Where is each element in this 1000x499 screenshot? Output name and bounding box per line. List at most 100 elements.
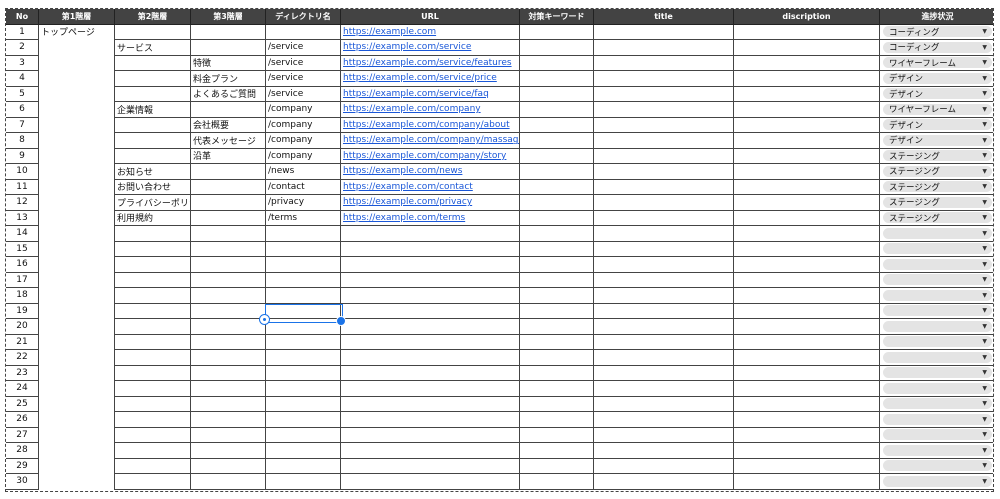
cell-level3[interactable] [190, 302, 266, 319]
cell-level2[interactable] [114, 225, 191, 242]
cell-description[interactable] [733, 411, 880, 428]
cell-level1[interactable] [38, 349, 115, 365]
cell-description[interactable] [733, 333, 880, 350]
cell-keyword[interactable] [519, 318, 594, 335]
cell-directory[interactable]: /service [265, 54, 341, 71]
cell-status[interactable]: デザイン ▼ [879, 70, 993, 87]
cell-directory[interactable]: /company [265, 101, 341, 118]
cell-status[interactable]: ワイヤーフレーム ▼ [879, 54, 993, 71]
cell-status[interactable]: ステージング ▼ [879, 194, 993, 211]
row-number[interactable]: 16 [6, 256, 39, 273]
cell-level1[interactable] [38, 117, 115, 133]
cell-level1[interactable] [38, 396, 115, 412]
cell-status[interactable]: ▼ [879, 457, 993, 474]
row-number[interactable]: 28 [6, 442, 39, 459]
cell-description[interactable] [733, 116, 880, 133]
cell-level2[interactable] [114, 380, 191, 397]
url-link[interactable]: https://example.com/service/faq [343, 89, 489, 99]
cell-url[interactable] [340, 333, 520, 350]
cell-level3[interactable] [190, 163, 266, 180]
cell-title[interactable] [593, 380, 734, 397]
cell-status[interactable]: ▼ [879, 442, 993, 459]
cell-directory[interactable] [265, 271, 341, 288]
cell-title[interactable] [593, 395, 734, 412]
chevron-down-icon[interactable]: ▼ [982, 183, 987, 190]
cell-status[interactable]: ▼ [879, 349, 993, 366]
cell-description[interactable] [733, 395, 880, 412]
cell-status[interactable]: ワイヤーフレーム ▼ [879, 101, 993, 118]
cell-level1[interactable] [38, 148, 115, 164]
row-number[interactable]: 23 [6, 364, 39, 381]
cell-level3[interactable] [190, 318, 266, 335]
cell-level2[interactable] [114, 426, 191, 443]
cell-level3[interactable] [190, 178, 266, 195]
cell-keyword[interactable] [519, 349, 594, 366]
status-dropdown[interactable]: ▼ [883, 429, 992, 441]
cell-status[interactable]: ▼ [879, 225, 993, 242]
cell-description[interactable] [733, 271, 880, 288]
chevron-down-icon[interactable]: ▼ [982, 261, 987, 268]
chevron-down-icon[interactable]: ▼ [982, 478, 987, 485]
cell-level2[interactable] [114, 271, 191, 288]
cell-status[interactable]: ▼ [879, 271, 993, 288]
cell-status[interactable]: ▼ [879, 395, 993, 412]
cell-description[interactable] [733, 85, 880, 102]
cell-level3[interactable] [190, 271, 266, 288]
cell-level3[interactable] [190, 457, 266, 474]
url-link[interactable]: https://example.com/company/about [343, 120, 510, 130]
cell-directory[interactable]: /service [265, 39, 341, 56]
cell-directory[interactable] [265, 349, 341, 366]
cell-keyword[interactable] [519, 163, 594, 180]
url-link[interactable]: https://example.com/service/features [343, 58, 512, 68]
status-dropdown[interactable]: ▼ [883, 351, 992, 363]
cell-directory[interactable] [265, 457, 341, 474]
row-number[interactable]: 15 [6, 240, 39, 257]
cell-level1[interactable] [38, 272, 115, 288]
chevron-down-icon[interactable]: ▼ [982, 245, 987, 252]
cell-level1[interactable] [38, 70, 115, 86]
cell-directory[interactable] [265, 256, 341, 273]
cell-url[interactable]: https://example.com/company/story [340, 147, 520, 164]
cell-description[interactable] [733, 302, 880, 319]
cell-title[interactable] [593, 411, 734, 428]
row-number[interactable]: 6 [6, 101, 39, 118]
status-dropdown[interactable]: デザイン ▼ [883, 72, 992, 84]
status-dropdown[interactable]: デザイン ▼ [883, 119, 992, 131]
cell-level3[interactable] [190, 194, 266, 211]
chevron-down-icon[interactable]: ▼ [982, 462, 987, 469]
cell-description[interactable] [733, 256, 880, 273]
status-dropdown[interactable]: ▼ [883, 398, 992, 410]
cell-title[interactable] [593, 333, 734, 350]
cell-url[interactable] [340, 225, 520, 242]
row-number[interactable]: 5 [6, 85, 39, 102]
cell-keyword[interactable] [519, 116, 594, 133]
chevron-down-icon[interactable]: ▼ [982, 168, 987, 175]
chevron-down-icon[interactable]: ▼ [982, 106, 987, 113]
cell-title[interactable] [593, 240, 734, 257]
cell-level2[interactable]: お問い合わせ [114, 178, 191, 195]
cell-keyword[interactable] [519, 302, 594, 319]
cell-level2[interactable] [114, 333, 191, 350]
row-number[interactable]: 3 [6, 54, 39, 71]
cell-description[interactable] [733, 380, 880, 397]
cell-url[interactable]: https://example.com/company/about [340, 116, 520, 133]
cell-level3[interactable] [190, 395, 266, 412]
cell-directory[interactable] [265, 318, 341, 335]
cell-title[interactable] [593, 147, 734, 164]
chevron-down-icon[interactable]: ▼ [982, 276, 987, 283]
cell-level2[interactable] [114, 364, 191, 381]
cell-level3[interactable]: 料金プラン [190, 70, 266, 87]
row-number[interactable]: 13 [6, 209, 39, 226]
cell-description[interactable] [733, 287, 880, 304]
cell-title[interactable] [593, 457, 734, 474]
cell-status[interactable]: ▼ [879, 287, 993, 304]
cell-level3[interactable] [190, 256, 266, 273]
cell-level1[interactable] [38, 132, 115, 148]
cell-level1[interactable] [38, 318, 115, 334]
row-number[interactable]: 30 [6, 473, 39, 490]
cell-level3[interactable] [190, 442, 266, 459]
cell-status[interactable]: ▼ [879, 473, 993, 490]
cell-level3[interactable] [190, 39, 266, 56]
cell-level3[interactable] [190, 287, 266, 304]
cell-level1[interactable] [38, 225, 115, 241]
